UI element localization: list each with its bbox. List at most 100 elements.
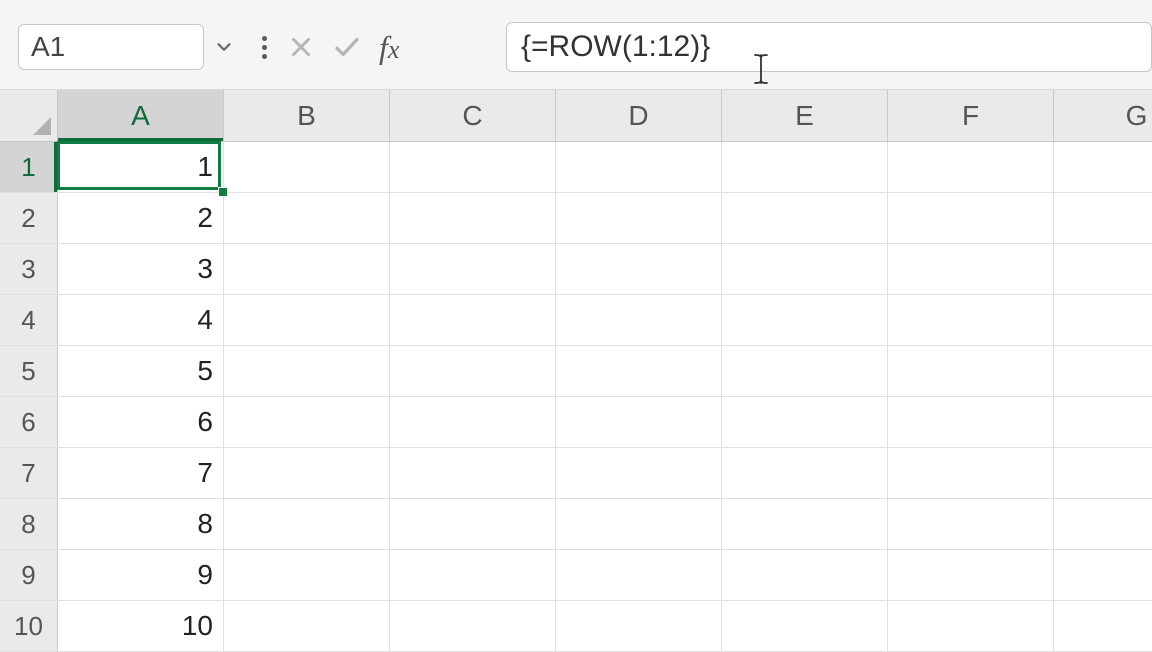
cell[interactable]	[722, 448, 888, 498]
cell[interactable]	[722, 397, 888, 447]
cell[interactable]	[390, 397, 556, 447]
column-header[interactable]: E	[722, 90, 888, 141]
cell[interactable]: 9	[58, 550, 224, 600]
cell[interactable]	[556, 601, 722, 651]
cell[interactable]	[390, 142, 556, 192]
row-header[interactable]: 6	[0, 397, 58, 447]
cancel-button[interactable]	[285, 31, 317, 63]
cell[interactable]	[1054, 448, 1152, 498]
column-header[interactable]: B	[224, 90, 390, 141]
cell[interactable]	[224, 244, 390, 294]
cell[interactable]	[888, 601, 1054, 651]
cell[interactable]	[224, 499, 390, 549]
cell[interactable]	[224, 601, 390, 651]
row-header[interactable]: 9	[0, 550, 58, 600]
cell[interactable]	[888, 142, 1054, 192]
cell[interactable]	[224, 448, 390, 498]
row-header[interactable]: 2	[0, 193, 58, 243]
cell[interactable]: 5	[58, 346, 224, 396]
cell[interactable]	[556, 193, 722, 243]
cell[interactable]	[888, 193, 1054, 243]
cell[interactable]	[224, 193, 390, 243]
insert-function-button[interactable]: fx	[377, 29, 405, 66]
cell[interactable]	[722, 499, 888, 549]
cell[interactable]	[722, 346, 888, 396]
column-header[interactable]: D	[556, 90, 722, 141]
cell[interactable]	[722, 550, 888, 600]
cell[interactable]	[1054, 244, 1152, 294]
cell[interactable]	[722, 601, 888, 651]
row-header[interactable]: 1	[0, 142, 58, 192]
cell[interactable]: 6	[58, 397, 224, 447]
cell[interactable]	[556, 244, 722, 294]
cell[interactable]	[390, 346, 556, 396]
cell[interactable]	[1054, 550, 1152, 600]
name-box[interactable]: A1	[18, 24, 204, 70]
cell[interactable]	[556, 550, 722, 600]
cell[interactable]	[224, 142, 390, 192]
cell[interactable]	[888, 295, 1054, 345]
cell[interactable]: 1	[58, 142, 224, 192]
cell[interactable]: 2	[58, 193, 224, 243]
close-icon	[288, 34, 314, 60]
cell[interactable]	[390, 550, 556, 600]
cell[interactable]	[722, 244, 888, 294]
column-header[interactable]: F	[888, 90, 1054, 141]
column-header[interactable]: A	[58, 90, 224, 141]
cell[interactable]	[1054, 193, 1152, 243]
cell[interactable]	[556, 499, 722, 549]
row-header[interactable]: 8	[0, 499, 58, 549]
cell[interactable]: 7	[58, 448, 224, 498]
cell[interactable]	[722, 142, 888, 192]
cell[interactable]	[390, 499, 556, 549]
cell[interactable]	[556, 142, 722, 192]
cell[interactable]	[1054, 295, 1152, 345]
cell[interactable]	[888, 346, 1054, 396]
row-header[interactable]: 4	[0, 295, 58, 345]
cell[interactable]	[390, 244, 556, 294]
cell[interactable]	[888, 448, 1054, 498]
cell[interactable]	[722, 193, 888, 243]
cell[interactable]	[556, 346, 722, 396]
cell[interactable]	[390, 295, 556, 345]
cell[interactable]	[1054, 142, 1152, 192]
cell[interactable]	[888, 397, 1054, 447]
cell[interactable]	[224, 295, 390, 345]
cell[interactable]	[556, 448, 722, 498]
cell[interactable]	[390, 448, 556, 498]
formula-input[interactable]: {=ROW(1:12)}	[506, 22, 1152, 72]
row-header[interactable]: 5	[0, 346, 58, 396]
row-header[interactable]: 7	[0, 448, 58, 498]
formula-bar-handle[interactable]	[258, 36, 271, 59]
check-icon	[332, 32, 362, 62]
cell[interactable]	[224, 550, 390, 600]
row-header[interactable]: 3	[0, 244, 58, 294]
cell[interactable]	[556, 295, 722, 345]
cell[interactable]	[390, 193, 556, 243]
cell[interactable]: 8	[58, 499, 224, 549]
fill-handle[interactable]	[218, 187, 228, 197]
worksheet[interactable]: ABCDEFG 1122334455667788991010	[0, 90, 1152, 648]
cell[interactable]	[888, 499, 1054, 549]
column-header[interactable]: C	[390, 90, 556, 141]
cell[interactable]	[722, 295, 888, 345]
name-box-dropdown[interactable]	[204, 24, 244, 70]
cell[interactable]	[556, 397, 722, 447]
cell[interactable]: 3	[58, 244, 224, 294]
cell[interactable]: 4	[58, 295, 224, 345]
column-header[interactable]: G	[1054, 90, 1152, 141]
cell[interactable]	[1054, 601, 1152, 651]
cell[interactable]	[1054, 397, 1152, 447]
cell[interactable]	[224, 346, 390, 396]
cell[interactable]	[1054, 499, 1152, 549]
cell[interactable]	[224, 397, 390, 447]
row-header[interactable]: 10	[0, 601, 58, 651]
enter-button[interactable]	[331, 31, 363, 63]
cell[interactable]	[888, 244, 1054, 294]
select-all-corner[interactable]	[0, 90, 58, 141]
cell[interactable]: 10	[58, 601, 224, 651]
cell[interactable]	[888, 550, 1054, 600]
cell[interactable]	[1054, 346, 1152, 396]
cell[interactable]	[390, 601, 556, 651]
name-box-group: A1	[18, 24, 244, 70]
